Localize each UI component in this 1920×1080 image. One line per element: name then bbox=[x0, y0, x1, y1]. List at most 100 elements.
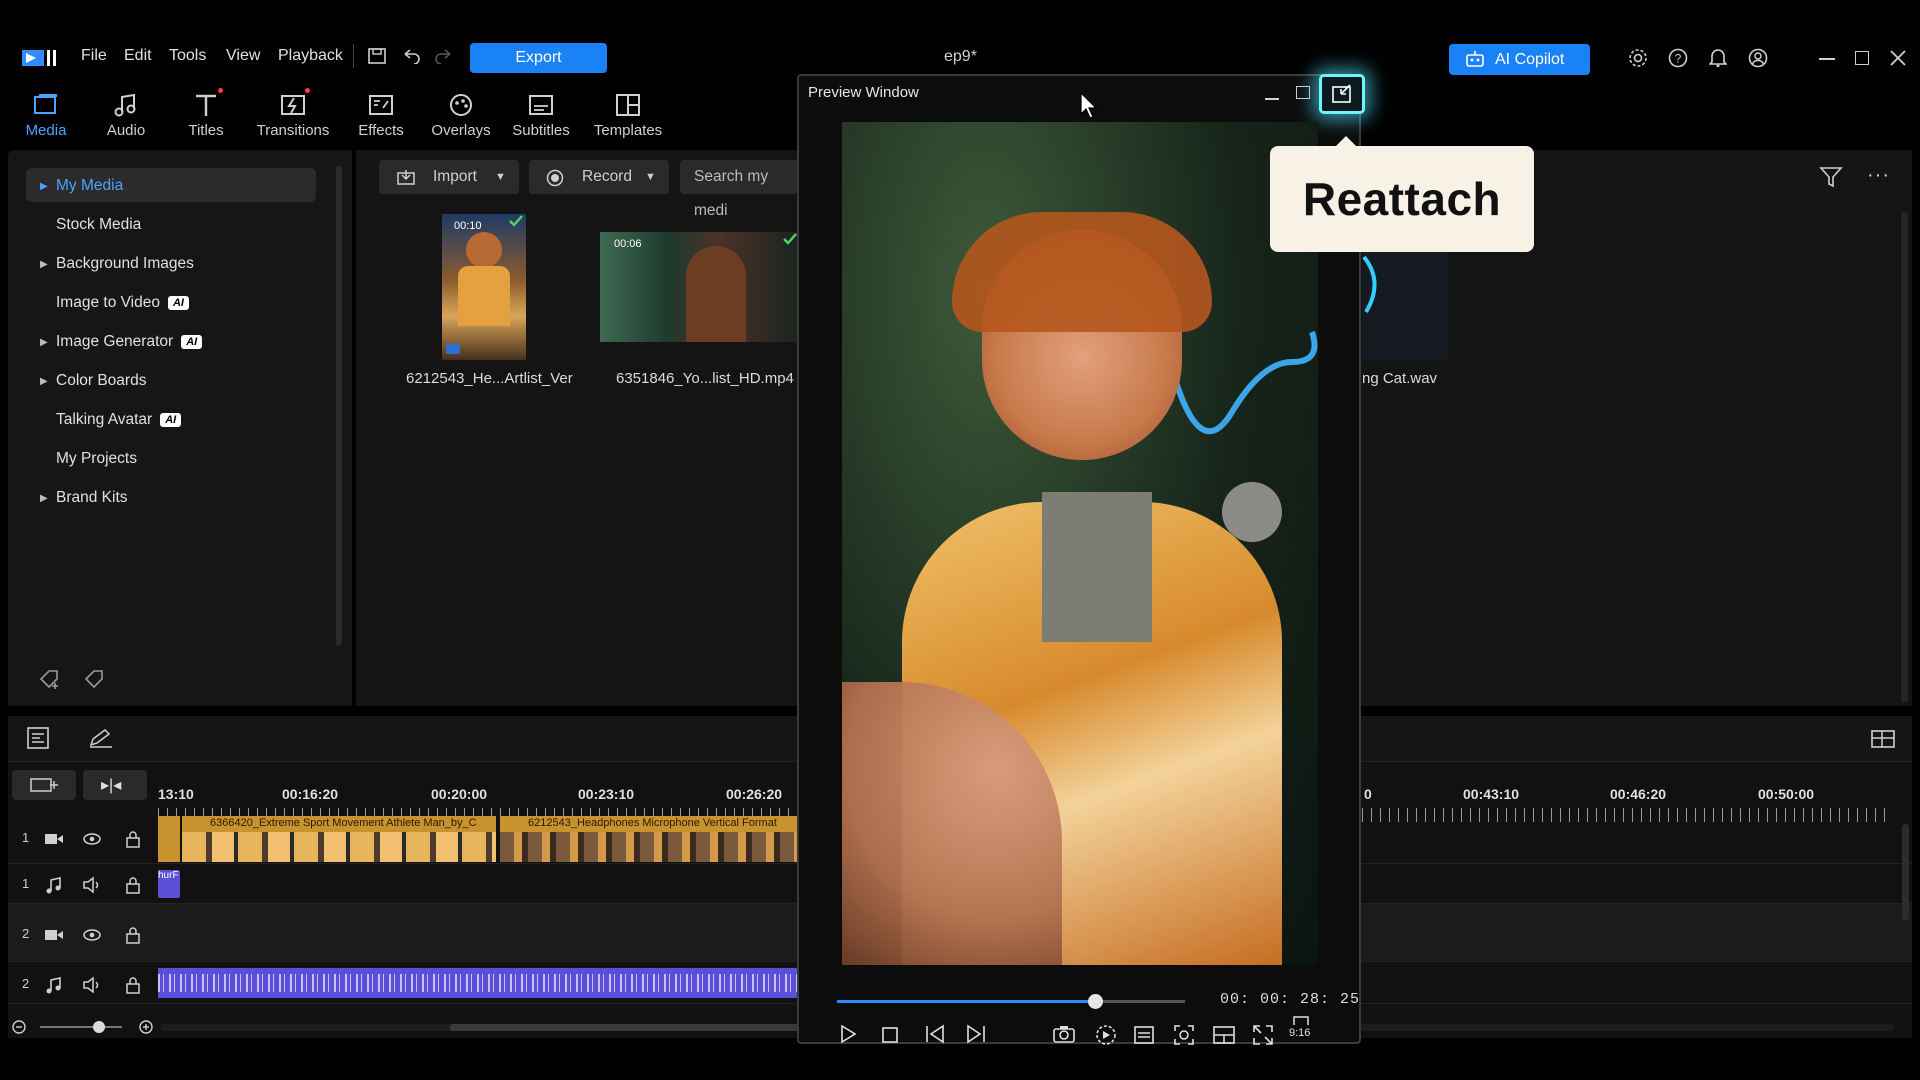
stop-icon[interactable] bbox=[881, 1026, 899, 1044]
media-thumbnail[interactable] bbox=[442, 214, 526, 360]
svg-text:?: ? bbox=[1675, 52, 1682, 66]
record-button[interactable]: Record ▼ bbox=[529, 160, 669, 194]
tab-templates[interactable]: Templates bbox=[588, 92, 668, 148]
eye-icon[interactable] bbox=[82, 926, 102, 944]
fullscreen-icon[interactable] bbox=[1252, 1024, 1274, 1046]
lock-icon[interactable] bbox=[123, 926, 143, 944]
layout-icon[interactable] bbox=[1212, 1025, 1236, 1045]
snapshot-camera-icon[interactable] bbox=[1052, 1024, 1076, 1044]
expand-arrow-icon[interactable]: ▶ bbox=[40, 493, 48, 504]
menu-playback[interactable]: Playback bbox=[278, 47, 343, 65]
playback-scrubber-knob[interactable] bbox=[1087, 994, 1103, 1009]
sidebar-item-stock-media[interactable]: Stock Media bbox=[56, 216, 141, 234]
settings-gear-icon[interactable] bbox=[1628, 48, 1648, 68]
export-button[interactable]: Export bbox=[470, 43, 607, 73]
preview-video-frame[interactable] bbox=[842, 122, 1318, 965]
zoom-in-icon[interactable] bbox=[139, 1020, 153, 1034]
sidebar-item-talking-avatar[interactable]: Talking Avatar AI bbox=[56, 411, 182, 429]
sidebar-item-my-media[interactable]: My Media bbox=[56, 177, 123, 195]
timeline-settings-icon[interactable] bbox=[26, 726, 50, 750]
tab-label: Audio bbox=[106, 122, 146, 139]
sidebar-item-image-to-video[interactable]: Image to Video AI bbox=[56, 294, 189, 312]
import-button[interactable]: Import ▼ bbox=[379, 160, 519, 194]
library-scrollbar[interactable] bbox=[1901, 212, 1908, 702]
video-clip[interactable]: 6366420_Extreme Sport Movement Athlete M… bbox=[182, 816, 496, 862]
sidebar-item-color-boards[interactable]: Color Boards bbox=[56, 372, 146, 390]
tab-audio[interactable]: Audio bbox=[86, 92, 166, 148]
add-tag-icon[interactable] bbox=[38, 668, 62, 690]
expand-arrow-icon[interactable]: ▶ bbox=[40, 376, 48, 387]
help-icon[interactable]: ? bbox=[1668, 48, 1688, 68]
minimize-icon[interactable] bbox=[1265, 98, 1279, 100]
video-clip[interactable]: 6212543_Headphones Microphone Vertical F… bbox=[500, 816, 798, 862]
zoom-slider-knob[interactable] bbox=[93, 1021, 105, 1033]
search-input[interactable]: Search my medi bbox=[680, 160, 800, 219]
tab-titles[interactable]: Titles bbox=[166, 88, 246, 148]
lock-icon[interactable] bbox=[123, 976, 143, 994]
video-clip[interactable] bbox=[158, 816, 180, 862]
save-icon[interactable] bbox=[367, 47, 387, 65]
menu-edit[interactable]: Edit bbox=[124, 47, 152, 65]
menu-view[interactable]: View bbox=[226, 47, 260, 65]
sidebar-item-brand-kits[interactable]: Brand Kits bbox=[56, 489, 128, 507]
speaker-icon[interactable] bbox=[82, 876, 102, 894]
sidebar-item-image-generator[interactable]: Image Generator AI bbox=[56, 333, 203, 351]
zoom-slider[interactable] bbox=[40, 1026, 122, 1028]
edit-tag-icon[interactable] bbox=[83, 668, 107, 690]
expand-arrow-icon[interactable]: ▶ bbox=[40, 181, 48, 192]
eye-icon[interactable] bbox=[82, 830, 102, 848]
maximize-icon[interactable] bbox=[1296, 86, 1310, 99]
horizontal-scrollbar-thumb[interactable] bbox=[450, 1024, 800, 1031]
lock-icon[interactable] bbox=[123, 876, 143, 894]
expand-arrow-icon[interactable]: ▶ bbox=[40, 259, 48, 270]
play-icon[interactable] bbox=[838, 1024, 858, 1044]
aspect-ratio-button[interactable]: 9:16 bbox=[1289, 1016, 1313, 1044]
tab-subtitles[interactable]: Subtitles bbox=[501, 92, 581, 148]
tab-media[interactable]: Media bbox=[6, 92, 86, 154]
more-options-icon[interactable]: ··· bbox=[1867, 164, 1890, 187]
sidebar-scrollbar[interactable] bbox=[336, 166, 342, 646]
playback-progress-fill bbox=[837, 1000, 1095, 1003]
add-track-button[interactable] bbox=[12, 770, 76, 800]
previous-frame-icon[interactable] bbox=[924, 1024, 946, 1044]
audio-clip[interactable] bbox=[158, 968, 798, 998]
render-preview-icon[interactable] bbox=[1094, 1024, 1118, 1046]
speaker-icon[interactable] bbox=[82, 976, 102, 994]
transition-icon bbox=[281, 95, 305, 115]
mixer-icon[interactable] bbox=[1870, 728, 1896, 750]
video-camera-icon bbox=[45, 834, 63, 844]
edit-pen-icon[interactable] bbox=[88, 728, 114, 748]
tab-transitions[interactable]: Transitions bbox=[253, 88, 333, 148]
audio-clip[interactable]: hurF bbox=[158, 870, 180, 898]
zoom-preview-icon[interactable] bbox=[1173, 1024, 1195, 1046]
filter-icon[interactable] bbox=[1819, 166, 1843, 188]
menu-tools[interactable]: Tools bbox=[169, 47, 206, 65]
fit-timeline-button[interactable]: ▸|◂ bbox=[83, 770, 147, 800]
music-note-icon bbox=[46, 877, 61, 894]
subtitle-toggle-icon[interactable] bbox=[1133, 1025, 1155, 1045]
undo-icon[interactable] bbox=[401, 48, 421, 64]
account-icon[interactable] bbox=[1748, 48, 1768, 68]
ai-copilot-button[interactable]: AI Copilot bbox=[1449, 44, 1590, 75]
expand-arrow-icon[interactable]: ▶ bbox=[40, 337, 48, 348]
tab-effects[interactable]: Effects bbox=[341, 92, 421, 148]
restore-icon[interactable] bbox=[1855, 51, 1869, 65]
timeline-scrollbar[interactable] bbox=[1902, 824, 1909, 920]
minimize-icon[interactable] bbox=[1819, 58, 1835, 60]
menu-file[interactable]: File bbox=[81, 47, 107, 65]
fit-icon: ▸|◂ bbox=[101, 777, 122, 794]
ruler-time: 0 bbox=[1364, 786, 1372, 802]
notification-bell-icon[interactable] bbox=[1709, 47, 1727, 67]
sidebar-item-background-images[interactable]: Background Images bbox=[56, 255, 194, 273]
music-note-icon bbox=[114, 93, 136, 117]
tab-overlays[interactable]: Overlays bbox=[421, 92, 501, 148]
lock-icon[interactable] bbox=[123, 830, 143, 848]
close-icon[interactable] bbox=[1890, 50, 1906, 66]
video-image bbox=[952, 212, 1212, 332]
reattach-button[interactable] bbox=[1319, 74, 1365, 114]
redo-icon[interactable] bbox=[434, 48, 454, 64]
next-frame-icon[interactable] bbox=[965, 1024, 987, 1044]
sidebar-item-my-projects[interactable]: My Projects bbox=[56, 450, 137, 468]
zoom-out-icon[interactable] bbox=[12, 1020, 26, 1034]
media-item-name: 6351846_Yo...list_HD.mp4 bbox=[616, 370, 794, 387]
